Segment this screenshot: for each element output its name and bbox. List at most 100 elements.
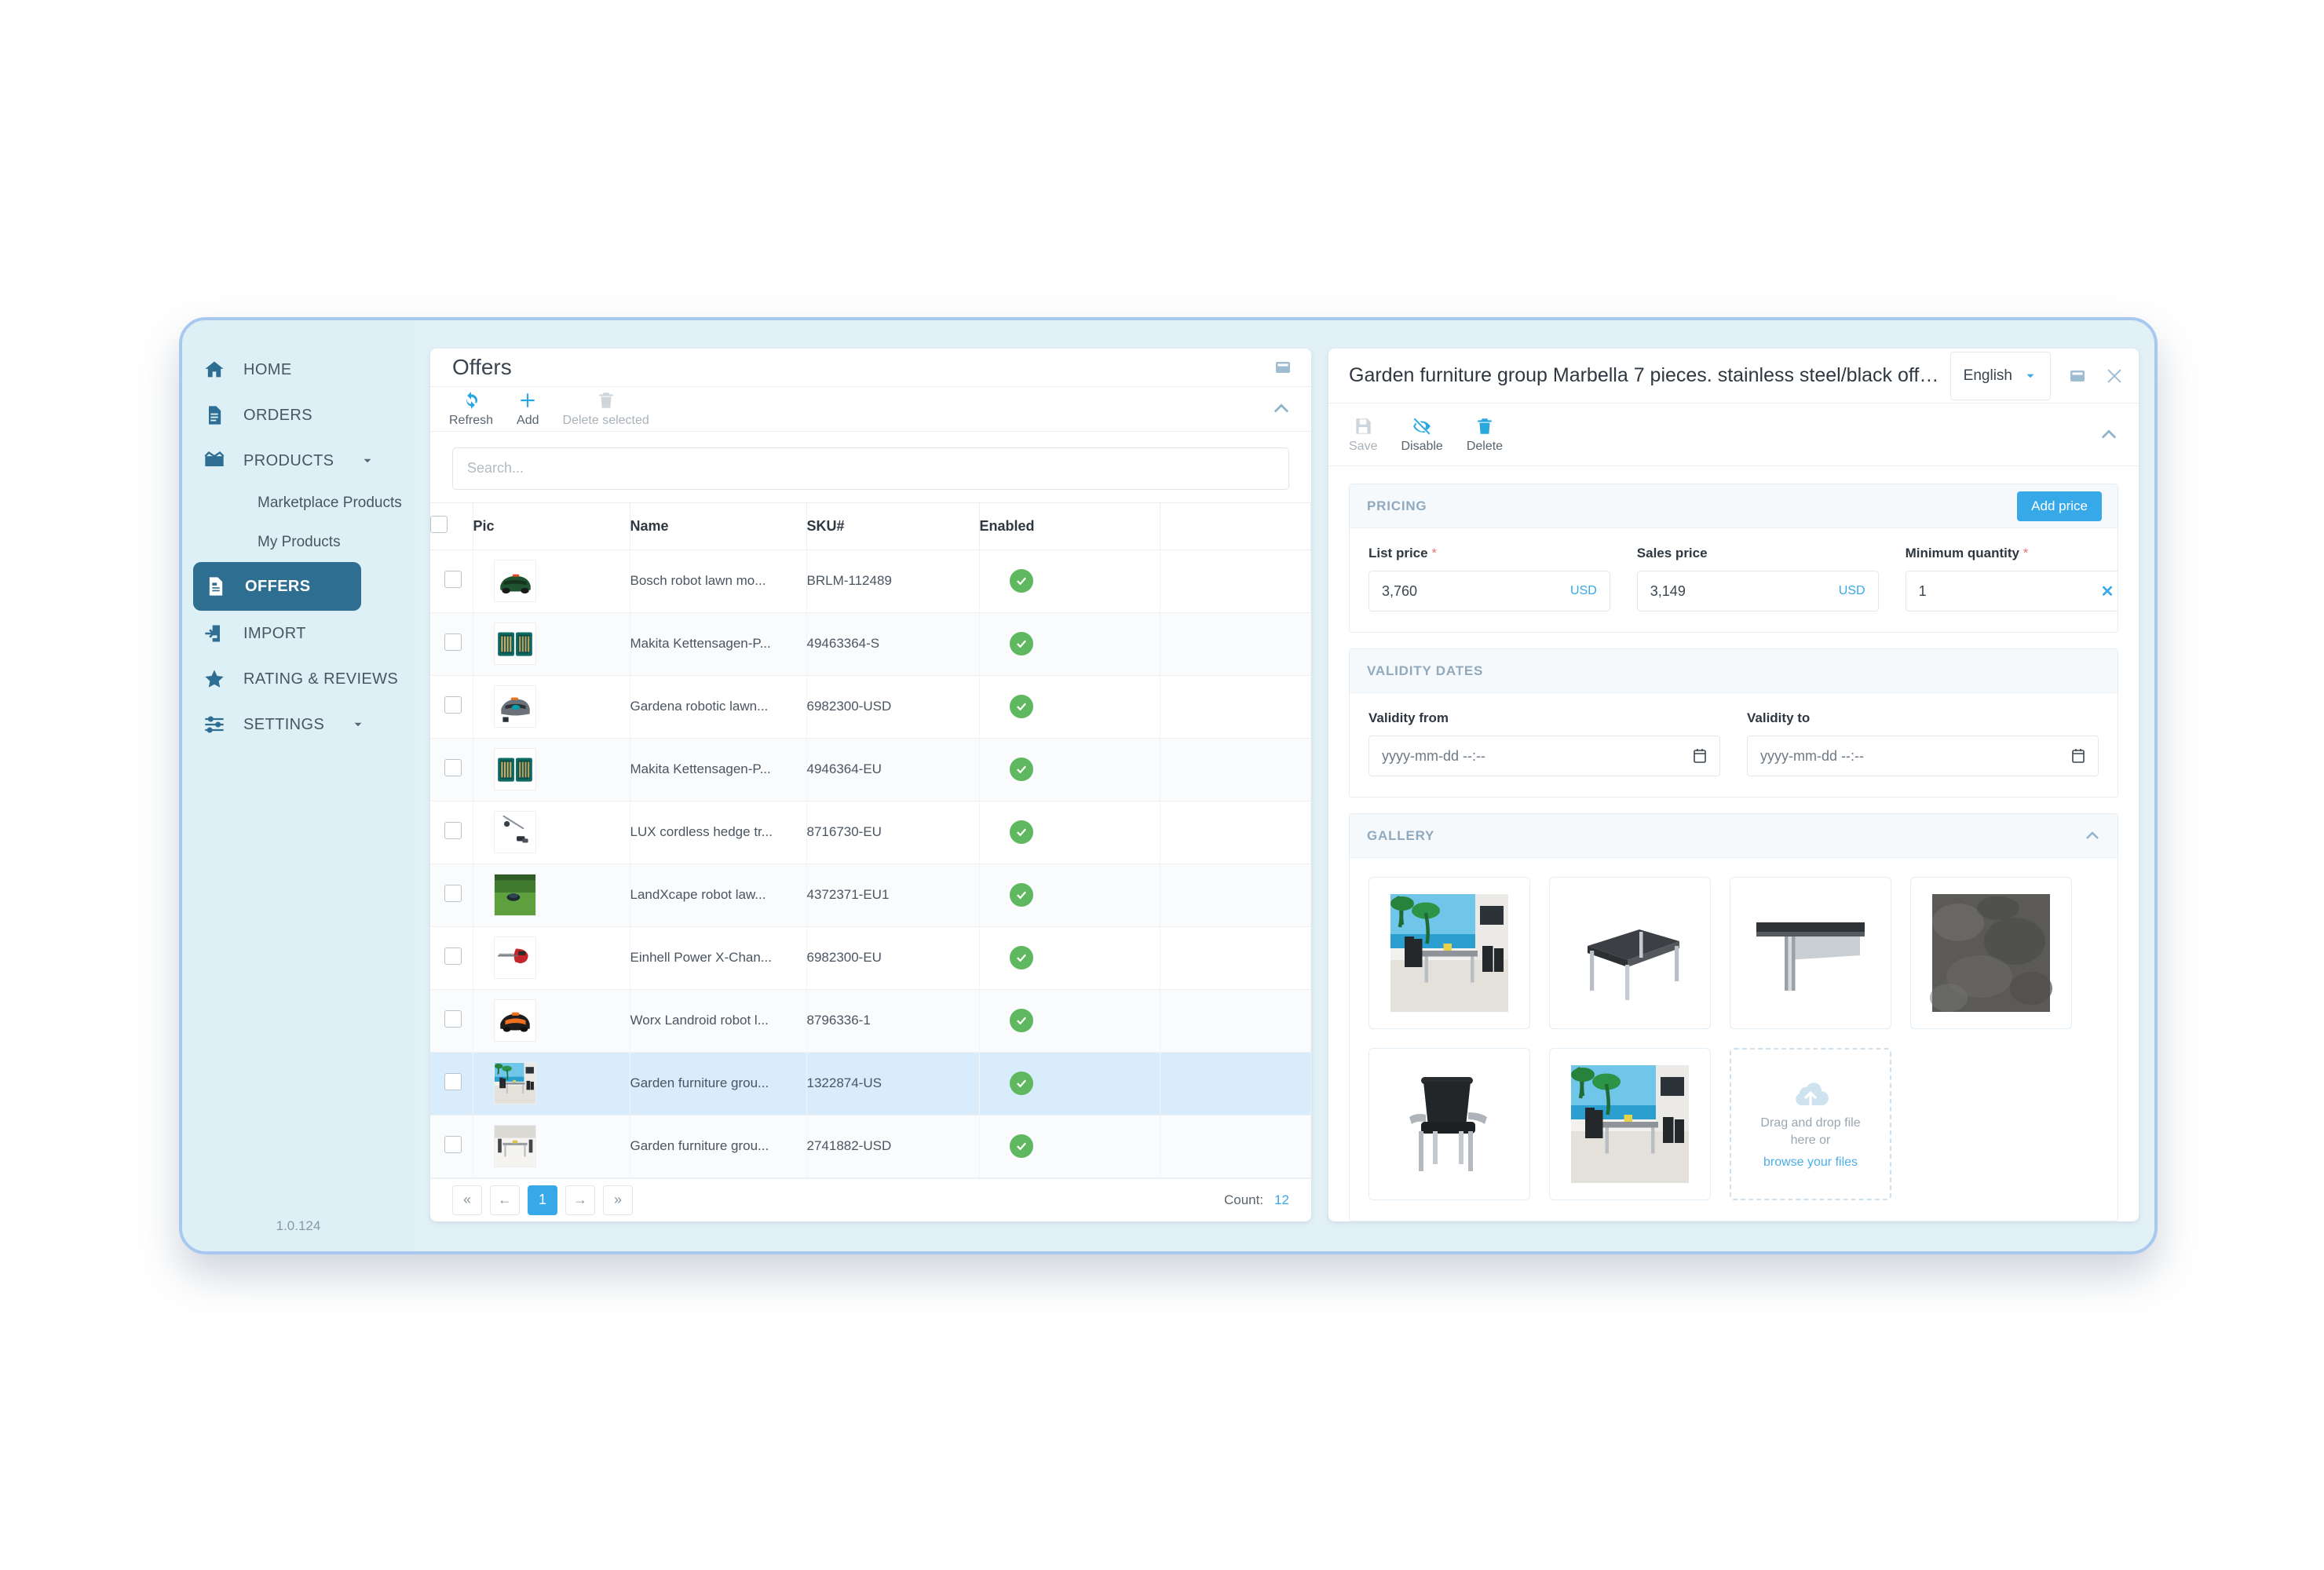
minimum-quantity-label: Minimum quantity *	[1906, 546, 2118, 561]
row-spacer-cell	[1160, 675, 1311, 739]
sidebar-item-marketplace-products[interactable]: Marketplace Products	[182, 484, 415, 523]
add-price-button[interactable]: Add price	[2017, 491, 2102, 521]
row-checkbox[interactable]	[444, 1010, 462, 1028]
chevron-down-icon[interactable]	[360, 454, 375, 468]
row-sku-cell: 2741882-USD	[806, 1115, 980, 1178]
product-thumbnail	[493, 1125, 536, 1168]
table-row[interactable]: Bosch robot lawn mo... BRLM-112489	[430, 550, 1311, 613]
column-header-pic[interactable]: Pic	[473, 502, 630, 550]
validity-to-label: Validity to	[1747, 710, 1811, 725]
row-checkbox[interactable]	[444, 884, 462, 902]
column-header-enabled[interactable]: Enabled	[979, 502, 1160, 550]
sidebar-item-my-products[interactable]: My Products	[182, 523, 415, 562]
table-row[interactable]: Makita Kettensagen-P... 4946364-EU	[430, 738, 1311, 801]
sidebar-item-label: SETTINGS	[243, 715, 325, 733]
row-select-cell	[430, 1052, 473, 1115]
page-prev-button[interactable]: ←	[490, 1185, 520, 1215]
sidebar-item-rating-reviews[interactable]: RATING & REVIEWS	[182, 656, 415, 702]
home-icon	[203, 358, 226, 382]
row-checkbox[interactable]	[444, 758, 462, 776]
search-input[interactable]	[452, 447, 1289, 490]
minimum-quantity-input[interactable]	[1918, 582, 2101, 600]
gallery-thumbnail[interactable]	[1910, 877, 2072, 1029]
add-button[interactable]: Add	[517, 390, 539, 428]
sidebar-item-orders[interactable]: ORDERS	[182, 392, 415, 438]
window-icon[interactable]	[2068, 367, 2087, 385]
calendar-icon[interactable]	[2071, 748, 2085, 764]
delete-button[interactable]: Delete	[1467, 416, 1503, 454]
list-price-input[interactable]	[1382, 582, 1564, 600]
sidebar-item-label: PRODUCTS	[243, 451, 334, 469]
validity-from-input-wrap[interactable]: yyyy-mm-dd --:--	[1368, 736, 1720, 776]
row-select-cell	[430, 989, 473, 1053]
disable-button[interactable]: Disable	[1401, 416, 1443, 454]
row-spacer-cell	[1160, 801, 1311, 864]
table-row[interactable]: Worx Landroid robot l... 8796336-1	[430, 989, 1311, 1053]
row-pic-cell	[473, 550, 630, 613]
disable-label: Disable	[1401, 439, 1443, 453]
row-checkbox[interactable]	[444, 821, 462, 839]
row-pic-cell	[473, 864, 630, 927]
refresh-button[interactable]: Refresh	[449, 390, 493, 428]
page-number-button[interactable]: 1	[528, 1185, 557, 1215]
window-icon[interactable]	[1273, 358, 1292, 377]
page-next-button[interactable]: →	[565, 1185, 595, 1215]
validity-to-field: Validity to yyyy-mm-dd --:--	[1747, 710, 2099, 776]
count-label: Count:	[1223, 1192, 1264, 1207]
table-row[interactable]: Makita Kettensagen-P... 49463364-S	[430, 612, 1311, 676]
row-checkbox[interactable]	[444, 570, 462, 588]
sidebar-item-import[interactable]: IMPORT	[182, 611, 415, 656]
table-row[interactable]: Einhell Power X-Chan... 6982300-EU	[430, 926, 1311, 990]
column-header-sku[interactable]: SKU#	[806, 502, 980, 550]
sidebar-item-products[interactable]: PRODUCTS	[182, 438, 415, 484]
close-icon[interactable]: ✕	[2101, 582, 2114, 601]
row-checkbox[interactable]	[444, 633, 462, 651]
sidebar-item-settings[interactable]: SETTINGS	[182, 702, 415, 747]
sales-price-input[interactable]	[1650, 582, 1833, 600]
page-last-button[interactable]: »	[603, 1185, 633, 1215]
chevron-up-icon[interactable]	[1270, 398, 1292, 420]
validity-to-input-wrap[interactable]: yyyy-mm-dd --:--	[1747, 736, 2099, 776]
row-sku-cell: 6982300-EU	[806, 926, 980, 990]
offers-table: Pic Name SKU# Enabled Bosch robot lawn m…	[430, 502, 1311, 1178]
gallery-thumbnail[interactable]	[1730, 877, 1891, 1029]
column-header-name[interactable]: Name	[630, 502, 807, 550]
row-checkbox[interactable]	[444, 947, 462, 965]
chevron-up-icon[interactable]	[2098, 424, 2120, 446]
sidebar-item-label: ORDERS	[243, 406, 312, 424]
gallery-thumbnail[interactable]	[1368, 1048, 1530, 1200]
chevron-down-icon[interactable]	[351, 717, 365, 732]
page-first-button[interactable]: «	[452, 1185, 482, 1215]
table-row[interactable]: Garden furniture grou... 1322874-US	[430, 1052, 1311, 1115]
gallery-thumbnail[interactable]	[1368, 877, 1530, 1029]
table-row[interactable]: Gardena robotic lawn... 6982300-USD	[430, 675, 1311, 739]
validity-dates-section: VALIDITY DATES Validity from yyyy-mm-dd …	[1349, 648, 2118, 798]
row-sku-cell: 6982300-USD	[806, 675, 980, 739]
gallery-thumbnail[interactable]	[1549, 877, 1711, 1029]
gallery-thumbnail[interactable]	[1549, 1048, 1711, 1200]
browse-files-link[interactable]: browse your files	[1763, 1156, 1858, 1170]
language-select[interactable]: English	[1949, 351, 2051, 400]
row-pic-cell	[473, 675, 630, 739]
search-container	[430, 432, 1311, 502]
row-checkbox[interactable]	[444, 1135, 462, 1153]
row-select-cell	[430, 738, 473, 801]
chevron-up-icon[interactable]	[2083, 827, 2102, 845]
validity-section-header: VALIDITY DATES	[1350, 649, 2118, 693]
row-checkbox[interactable]	[444, 1072, 462, 1090]
table-row[interactable]: LUX cordless hedge tr... 8716730-EU	[430, 801, 1311, 864]
file-dropzone[interactable]: Drag and drop file here or browse your fil…	[1730, 1048, 1891, 1200]
calendar-icon[interactable]	[1693, 748, 1707, 764]
table-row[interactable]: Garden furniture grou... 2741882-USD	[430, 1115, 1311, 1178]
save-icon	[1353, 416, 1373, 436]
import-icon	[203, 622, 226, 645]
delete-selected-button[interactable]: Delete selected	[563, 390, 649, 428]
sidebar-item-offers[interactable]: OFFERS	[193, 562, 361, 611]
select-all-checkbox[interactable]	[430, 515, 448, 533]
sidebar-item-home[interactable]: HOME	[182, 347, 415, 392]
close-icon[interactable]	[2104, 366, 2125, 386]
row-select-cell	[430, 864, 473, 927]
row-checkbox[interactable]	[444, 696, 462, 714]
table-row[interactable]: LandXcape robot law... 4372371-EU1	[430, 864, 1311, 927]
save-button[interactable]: Save	[1349, 416, 1377, 454]
